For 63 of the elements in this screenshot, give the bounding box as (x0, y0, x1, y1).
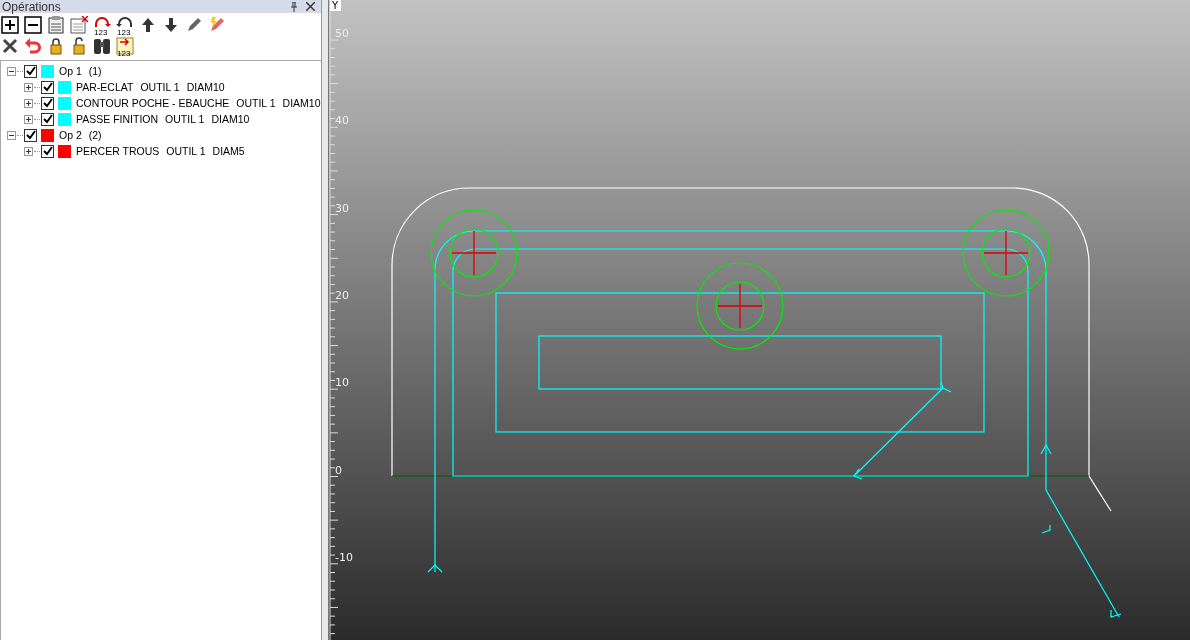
diameter-label: DIAM5 (212, 145, 245, 157)
arrow-into-box-icon (116, 36, 134, 55)
operation-label[interactable]: PERCER TROUS (76, 145, 160, 157)
expand-toggle[interactable] (24, 146, 33, 156)
operation-label[interactable]: PAR-ECLAT (76, 81, 134, 93)
axis-label: 30 (335, 201, 349, 215)
delete-list-tool-button[interactable] (70, 15, 89, 35)
insert-tool-button[interactable]: 123 (116, 36, 135, 56)
axis-label: 20 (335, 288, 349, 302)
axis-label: 0 (335, 463, 342, 477)
pencil-icon (185, 15, 203, 34)
diameter-label: DIAM10 (211, 113, 250, 125)
renumber-tool-button[interactable]: 123 (93, 15, 112, 35)
circular-arrow-icon (116, 15, 134, 27)
axis-label: 40 (335, 114, 349, 128)
circular-arrow-icon (93, 15, 111, 27)
undo-tool-button[interactable] (24, 36, 43, 56)
tool-label: OUTIL 1 (166, 145, 206, 157)
operation-count: (2) (88, 129, 102, 141)
checkbox[interactable] (41, 80, 54, 94)
undo-icon (24, 36, 42, 55)
operation-count: (1) (88, 65, 102, 77)
checkbox[interactable] (41, 144, 54, 158)
clipboard-icon (47, 15, 65, 34)
checkbox[interactable] (41, 112, 54, 126)
binoculars-tool-button[interactable] (93, 36, 112, 56)
renumber-back-tool-button[interactable]: 123 (116, 15, 135, 35)
lock-icon (47, 36, 65, 55)
list-delete-icon (70, 15, 88, 34)
clipboard-tool-button[interactable] (47, 15, 66, 35)
panel-title: Opérations (2, 0, 62, 14)
axis-label: -10 (335, 550, 353, 564)
binoculars-icon (93, 36, 111, 55)
diameter-label: DIAM10 (186, 81, 225, 93)
pin-icon[interactable] (290, 1, 298, 12)
tool-label: OUTIL 1 (140, 81, 180, 93)
close-tool-button[interactable] (1, 36, 20, 56)
tool-label: OUTIL 1 (236, 97, 276, 109)
expand-toggle[interactable] (24, 98, 33, 108)
operation-label[interactable]: CONTOUR POCHE - EBAUCHE (76, 97, 230, 109)
panel-splitter[interactable] (322, 0, 329, 640)
axis-label: 10 (335, 376, 349, 390)
minus-icon (24, 15, 42, 34)
checkbox[interactable] (24, 128, 37, 142)
checkbox[interactable] (24, 64, 37, 78)
operation-label[interactable]: Op 1 (59, 65, 82, 77)
close-icon[interactable] (306, 2, 315, 11)
operation-label[interactable]: Op 2 (59, 129, 82, 141)
arrow-down-icon (162, 15, 180, 34)
axis-title: Y (332, 0, 339, 11)
remove-tool-button[interactable] (24, 15, 43, 35)
collapse-toggle[interactable] (7, 66, 16, 76)
unlock-icon (70, 36, 88, 55)
expand-toggle[interactable] (24, 82, 33, 92)
operation-label[interactable]: PASSE FINITION (76, 113, 159, 125)
lightning-pencil-icon (208, 15, 226, 34)
tool-label: OUTIL 1 (165, 113, 205, 125)
expand-toggle[interactable] (24, 114, 33, 124)
checkbox[interactable] (41, 96, 54, 110)
collapse-toggle[interactable] (7, 130, 16, 140)
add-tool-button[interactable] (1, 15, 20, 35)
diameter-label: DIAM10 (282, 97, 321, 109)
close-icon (1, 36, 19, 55)
